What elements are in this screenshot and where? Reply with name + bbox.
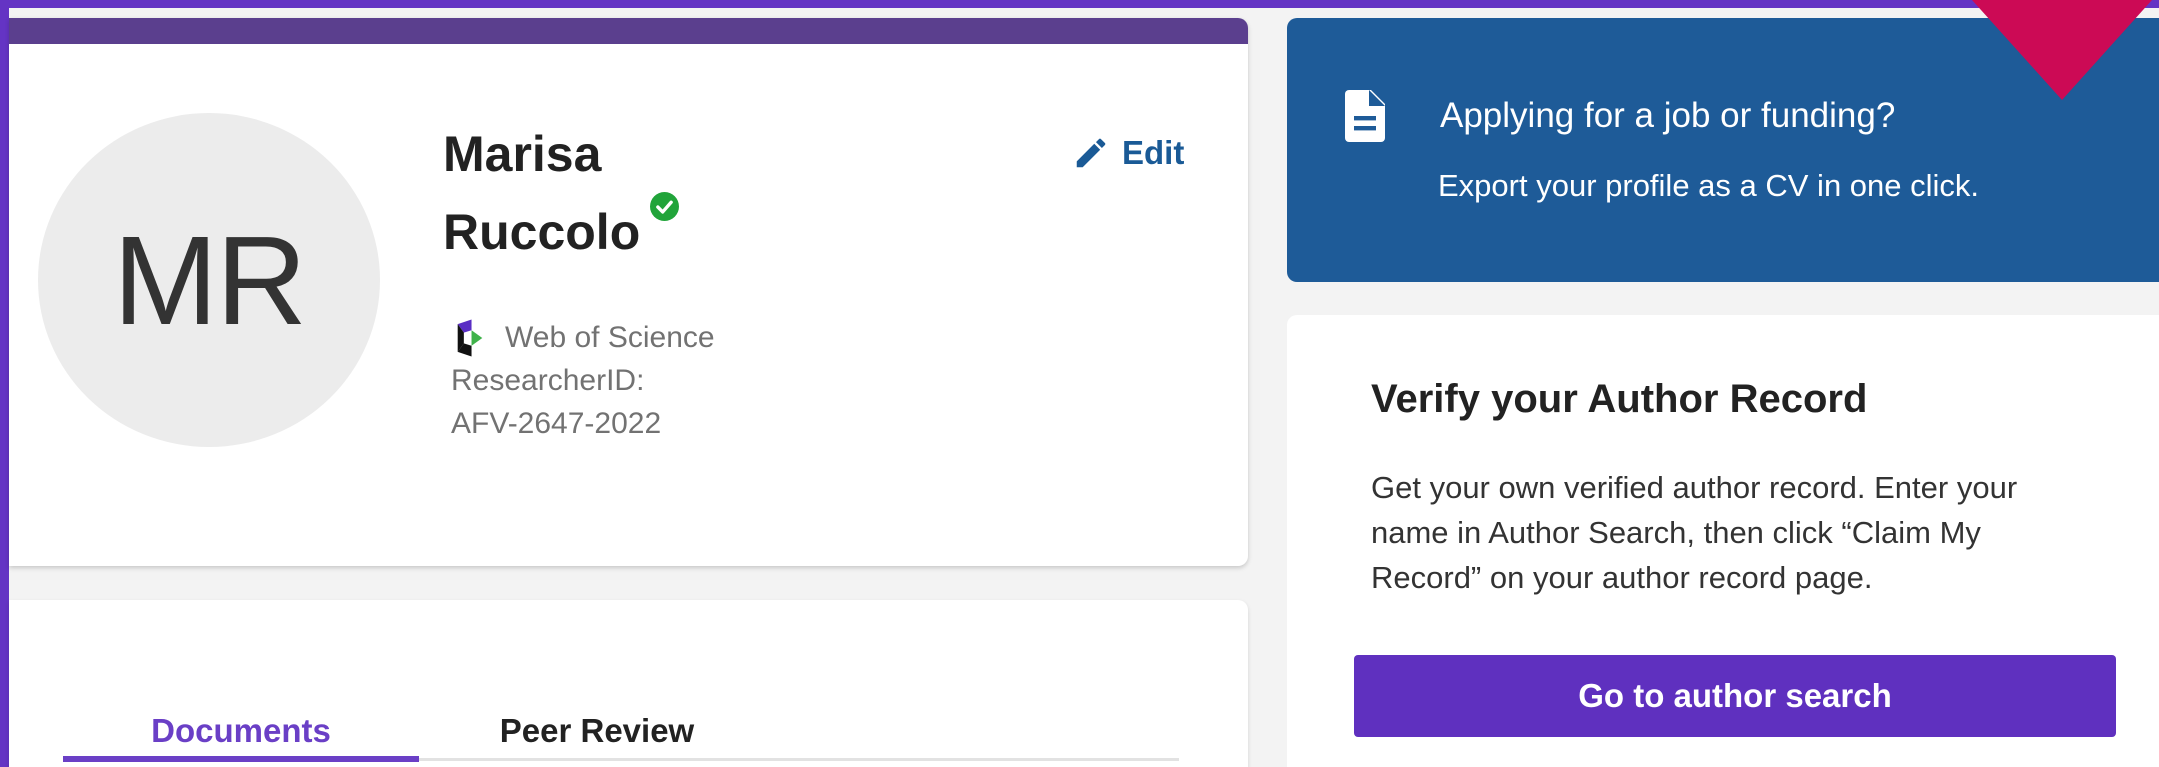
verify-card-description: Get your own verified author record. Ent… bbox=[1371, 470, 2018, 595]
tabs-card: Documents Peer Review bbox=[9, 600, 1248, 767]
avatar-initials: MR bbox=[113, 209, 307, 351]
profile-card: MR Marisa Ruccolo Edit Web of Science Re… bbox=[9, 18, 1248, 566]
go-to-author-search-button[interactable]: Go to author search bbox=[1354, 655, 2116, 737]
edit-profile-button[interactable]: Edit bbox=[1072, 128, 1184, 178]
avatar: MR bbox=[38, 113, 380, 447]
cv-banner-subtitle: Export your profile as a CV in one click… bbox=[1438, 168, 1980, 203]
check-circle-icon bbox=[650, 192, 680, 221]
source-row: Web of Science bbox=[451, 318, 715, 358]
frame-left-border bbox=[0, 0, 9, 767]
pencil-icon bbox=[1076, 138, 1106, 168]
author-name: Marisa Ruccolo bbox=[443, 116, 763, 270]
cv-banner-title: Applying for a job or funding? bbox=[1440, 96, 1896, 135]
web-of-science-logo bbox=[457, 319, 483, 357]
researcher-id-label: ResearcherID: bbox=[451, 364, 645, 397]
document-icon bbox=[1345, 90, 1385, 142]
author-last-name: Ruccolo bbox=[443, 204, 641, 260]
tab-peer-review[interactable]: Peer Review bbox=[419, 690, 775, 767]
arrow-down-icon bbox=[1972, 0, 2152, 100]
author-last-name-row: Ruccolo bbox=[443, 192, 763, 270]
verify-card-title: Verify your Author Record bbox=[1371, 377, 1868, 421]
verify-author-card: Verify your Author Record Get your own v… bbox=[1287, 315, 2159, 767]
source-label: Web of Science bbox=[505, 321, 715, 354]
researcher-id-value: AFV-2647-2022 bbox=[451, 407, 662, 440]
active-tab-indicator bbox=[63, 756, 419, 762]
frame-top-border bbox=[0, 0, 2159, 8]
author-first-name: Marisa bbox=[443, 126, 602, 182]
edit-label: Edit bbox=[1122, 134, 1185, 171]
profile-card-header-stripe bbox=[9, 18, 1248, 44]
